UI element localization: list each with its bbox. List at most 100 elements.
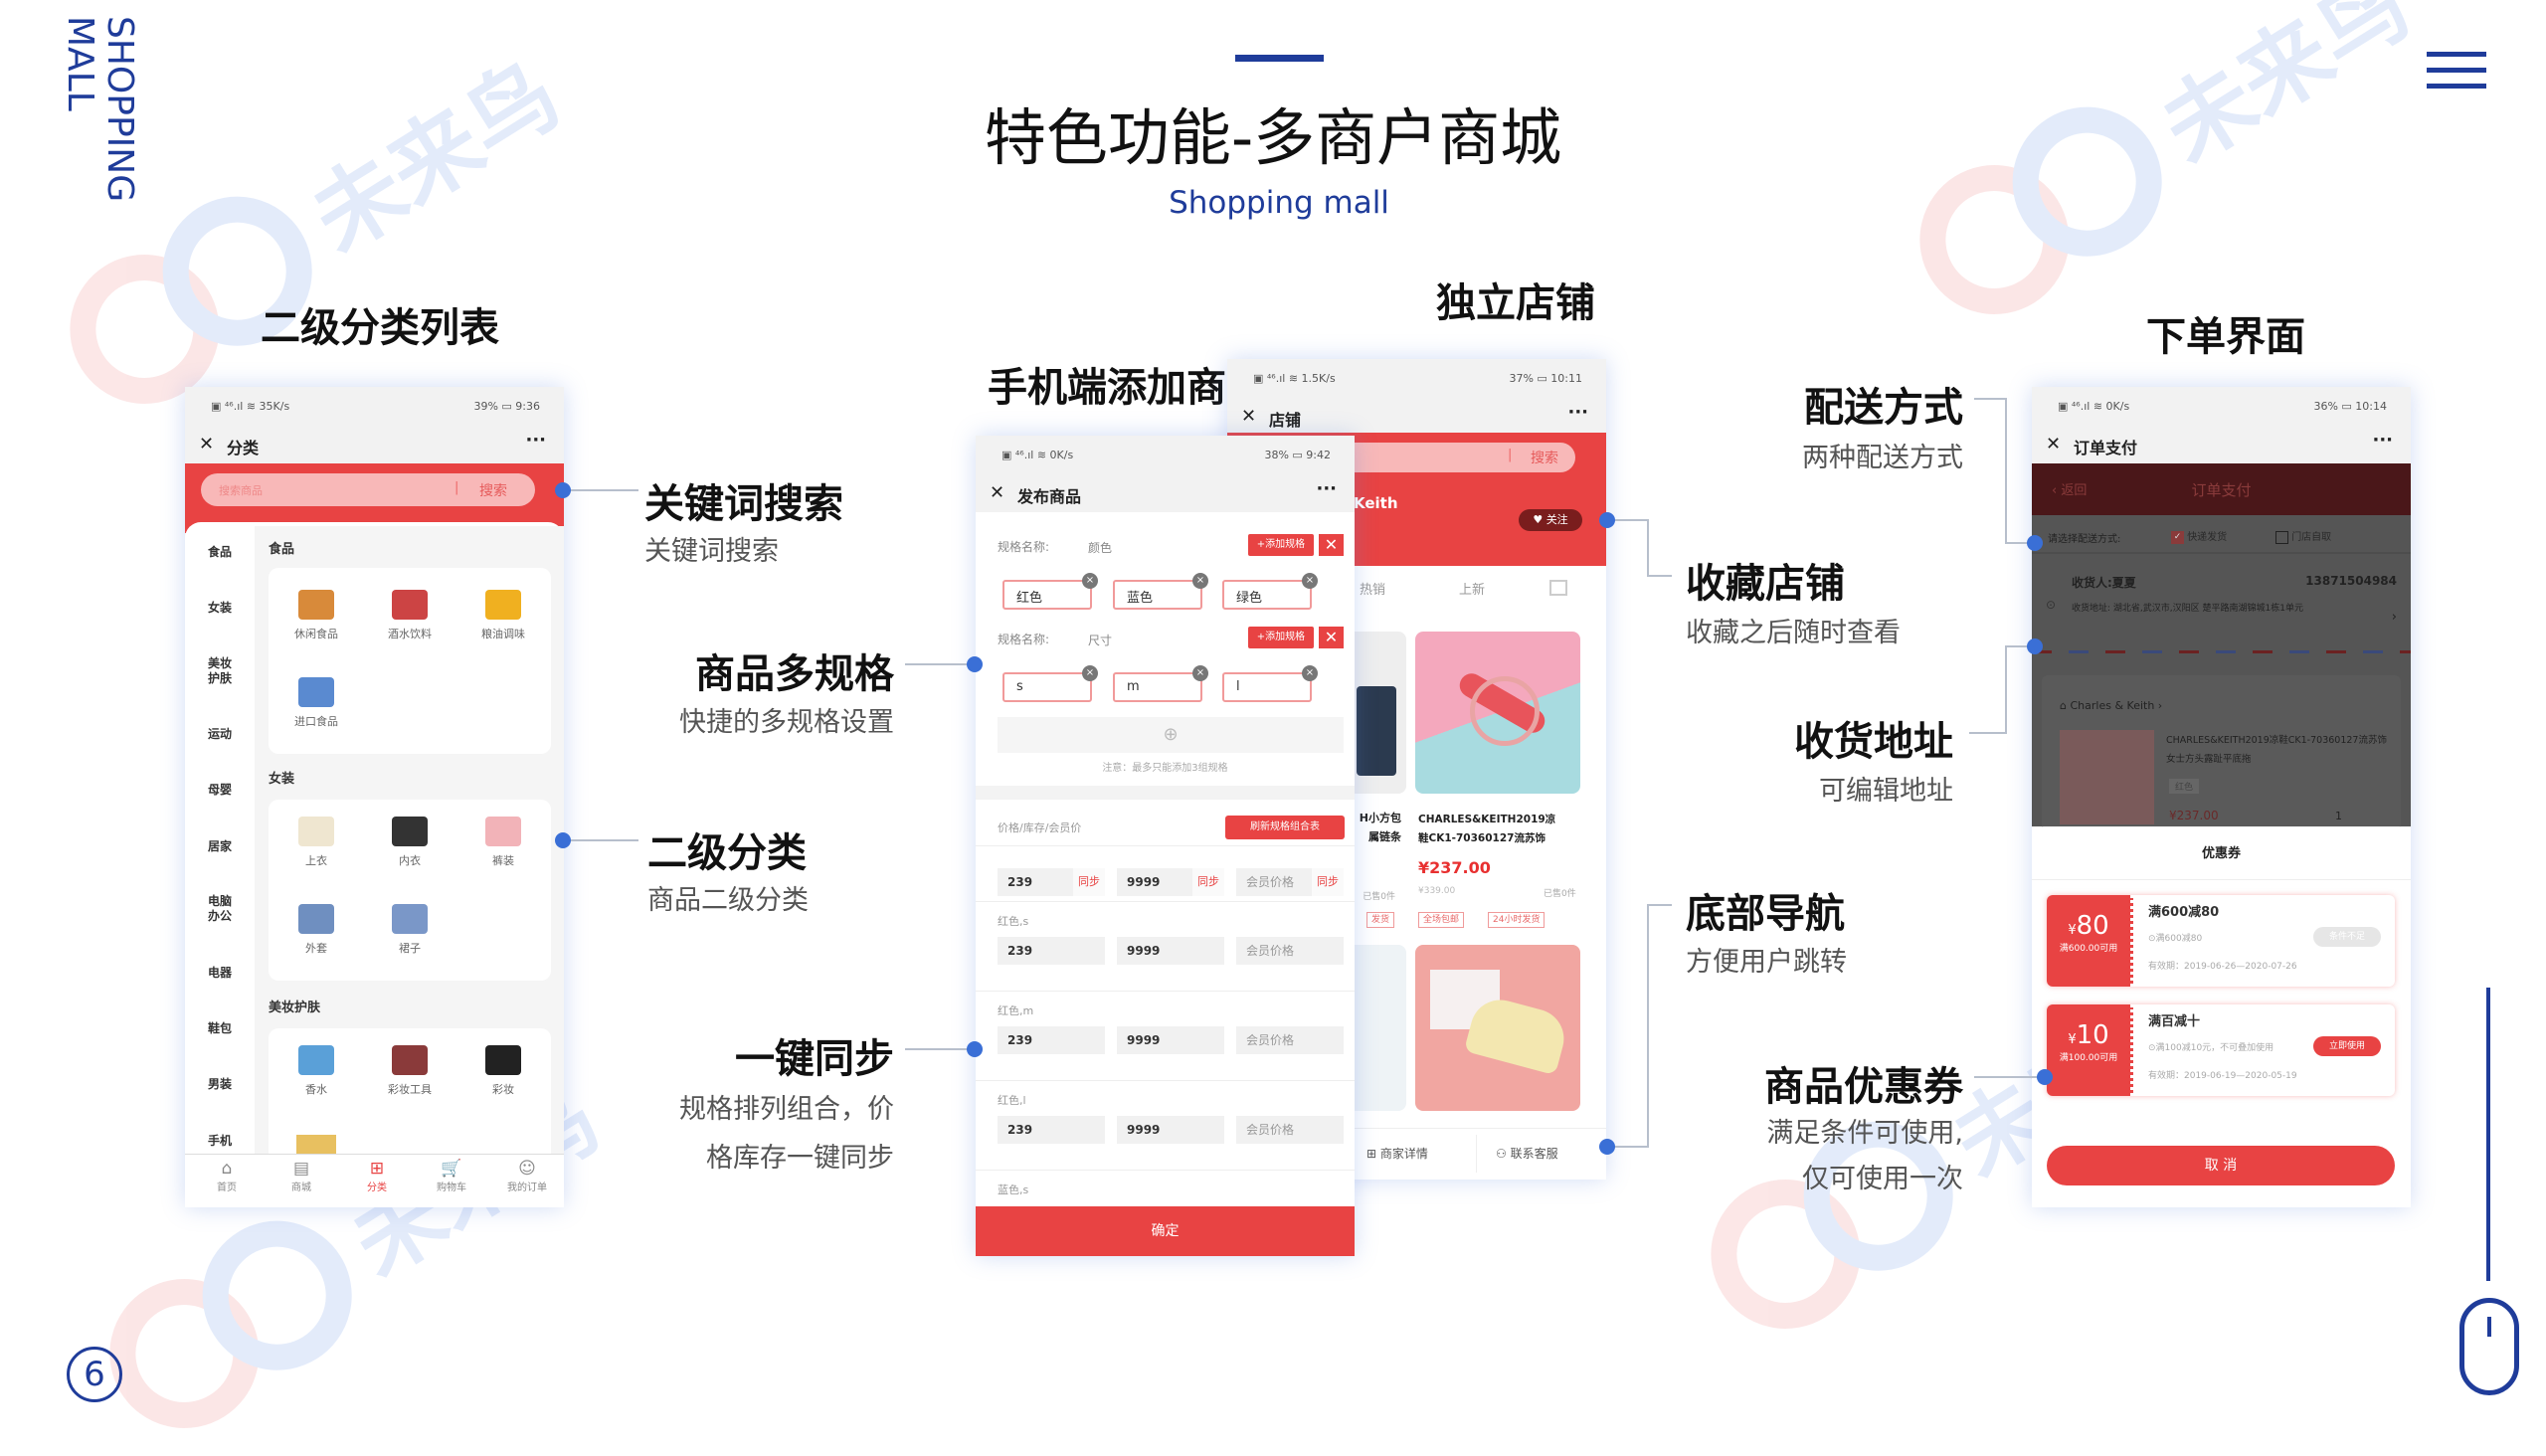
subcategory-item[interactable]: 外套 <box>272 904 361 956</box>
stock-input[interactable]: 9999 <box>1117 1026 1224 1054</box>
delivery-option-express[interactable]: ✓ 快递发货 <box>2171 528 2227 544</box>
remove-icon[interactable]: × <box>1192 665 1208 681</box>
nav-cart[interactable]: 🛒 购物车 <box>417 1159 486 1193</box>
more-icon[interactable]: ··· <box>2372 430 2393 451</box>
spec-name[interactable]: 尺寸 <box>1088 632 1112 648</box>
remove-icon[interactable]: × <box>1192 573 1208 589</box>
use-coupon-button[interactable]: 立即使用 <box>2313 1036 2381 1056</box>
sidebar-category[interactable]: 电器 <box>185 966 255 981</box>
subcategory-item[interactable]: 进口食品 <box>272 677 361 729</box>
remove-icon[interactable]: × <box>1082 573 1098 589</box>
checkbox-icon[interactable] <box>2275 530 2288 544</box>
price-input[interactable]: 239 同步 <box>998 868 1105 896</box>
subcategory-item[interactable]: 裙子 <box>365 904 455 956</box>
product-title[interactable]: 鞋CK1-70360127流苏饰 <box>1418 830 1546 845</box>
mouse-icon[interactable] <box>2459 1298 2519 1395</box>
spec-value-chip[interactable]: 蓝色 × <box>1113 573 1208 610</box>
checkbox-checked-icon[interactable]: ✓ <box>2171 530 2184 544</box>
sidebar-category[interactable]: 电脑 办公 <box>185 894 255 924</box>
remove-icon[interactable]: × <box>1302 573 1318 589</box>
contact-service-button[interactable]: ⚇ 联系客服 <box>1496 1145 1558 1162</box>
sidebar-category[interactable]: 女装 <box>185 601 255 616</box>
subcategory-item[interactable]: 裤装 <box>458 817 548 868</box>
search-input[interactable]: 搜索商品 | 搜索 <box>201 473 535 506</box>
close-icon[interactable]: ✕ <box>2046 434 2061 455</box>
product-title[interactable]: CHARLES&KEITH2019凉 <box>1418 812 1555 826</box>
product-title[interactable]: 属链条 <box>1368 828 1401 844</box>
spec-value-chip[interactable]: m × <box>1113 665 1208 702</box>
shop-row[interactable]: ⌂ Charles & Keith › <box>2060 699 2162 712</box>
more-icon[interactable]: ··· <box>1316 478 1337 499</box>
hamburger-icon[interactable] <box>2427 52 2486 91</box>
sidebar-category[interactable]: 美妆 护肤 <box>185 656 255 686</box>
member-price-input[interactable]: 会员价格 <box>1236 937 1344 965</box>
sidebar-category[interactable]: 运动 <box>185 727 255 742</box>
subcategory-item[interactable]: 香水 <box>272 1045 361 1097</box>
member-price-input[interactable]: 会员价格 <box>1236 1116 1344 1144</box>
nav-smile[interactable]: ☺ 我的订单 <box>492 1159 562 1193</box>
nav-category[interactable]: ⊞ 分类 <box>342 1159 412 1193</box>
subcategory-item[interactable]: 彩妆工具 <box>365 1045 455 1097</box>
remove-icon[interactable]: × <box>1082 665 1098 681</box>
more-icon[interactable]: ··· <box>1567 402 1588 423</box>
subcategory-item[interactable]: 粮油调味 <box>458 590 548 641</box>
member-price-input[interactable]: 会员价格 <box>1236 1026 1344 1054</box>
tab-hot[interactable]: 热销 <box>1360 579 1385 598</box>
sidebar-category[interactable]: 男装 <box>185 1077 255 1092</box>
delete-spec-button[interactable]: ✕ <box>1319 627 1344 648</box>
stock-input[interactable]: 9999 同步 <box>1117 868 1224 896</box>
spec-value-chip[interactable]: s × <box>1002 665 1098 702</box>
confirm-button[interactable]: 确定 <box>976 1206 1355 1256</box>
sidebar-category[interactable]: 居家 <box>185 839 255 854</box>
search-button[interactable]: 搜索 <box>1531 448 1558 467</box>
spec-value-chip[interactable]: 绿色 × <box>1222 573 1318 610</box>
sync-button[interactable]: 同步 <box>1073 868 1105 896</box>
member-price-input[interactable]: 会员价格 同步 <box>1236 868 1344 896</box>
address-row[interactable]: 收货地址: 湖北省,武汉市,汉阳区 楚平路南湖锦城1栋1单元 <box>2072 602 2370 617</box>
merchant-detail-button[interactable]: ⊞ 商家详情 <box>1366 1145 1428 1162</box>
stock-input[interactable]: 9999 <box>1117 937 1224 965</box>
price-input[interactable]: 239 <box>998 1116 1105 1144</box>
subcategory-item[interactable]: 彩妆 <box>458 1045 548 1097</box>
chevron-right-icon[interactable]: › <box>2392 610 2397 625</box>
tab-new[interactable]: 上新 <box>1459 579 1485 598</box>
sidebar-category[interactable]: 母婴 <box>185 783 255 798</box>
spec-value-chip[interactable]: 红色 × <box>1002 573 1098 610</box>
sidebar-category[interactable]: 鞋包 <box>185 1021 255 1036</box>
price-input[interactable]: 239 <box>998 1026 1105 1054</box>
sidebar-category[interactable]: 手机 <box>185 1134 255 1149</box>
search-button[interactable]: 搜索 <box>479 480 507 500</box>
nav-home[interactable]: ⌂ 首页 <box>192 1159 262 1193</box>
add-spec-group-button[interactable]: ⊕ <box>998 717 1344 753</box>
product-image-sandal[interactable] <box>1415 632 1580 794</box>
price-input[interactable]: 239 <box>998 937 1105 965</box>
close-icon[interactable]: ✕ <box>1241 406 1256 427</box>
cancel-button[interactable]: 取 消 <box>2047 1146 2395 1185</box>
sidebar-category[interactable]: 食品 <box>185 545 255 560</box>
grid-view-icon[interactable] <box>1549 580 1567 596</box>
close-icon[interactable]: ✕ <box>990 482 1004 503</box>
subcategory-item[interactable]: 酒水饮料 <box>365 590 455 641</box>
delivery-option-pickup[interactable]: 门店自取 <box>2275 528 2331 544</box>
coupon-card[interactable]: ¥10 满100.00可用 满百减十 ⊙满100减10元，不可叠加使用 有效期：2… <box>2047 1004 2395 1096</box>
subcategory-item[interactable]: 休闲食品 <box>272 590 361 641</box>
stock-input[interactable]: 9999 <box>1117 1116 1224 1144</box>
sync-button[interactable]: 同步 <box>1192 868 1224 896</box>
remove-icon[interactable]: × <box>1302 665 1318 681</box>
coupon-card[interactable]: ¥80 满600.00可用 满600减80 ⊙满600减80 有效期：2019-0… <box>2047 895 2395 987</box>
add-spec-button[interactable]: +添加规格 <box>1248 627 1314 648</box>
product-title[interactable]: H小方包 <box>1360 810 1401 825</box>
subcategory-item[interactable]: 内衣 <box>365 817 455 868</box>
quantity[interactable]: 1 <box>2335 810 2342 822</box>
product-image-sneaker[interactable] <box>1415 945 1580 1111</box>
nav-store[interactable]: ▤ 商城 <box>267 1159 336 1193</box>
spec-value-chip[interactable]: l × <box>1222 665 1318 702</box>
delete-spec-button[interactable]: ✕ <box>1319 534 1344 556</box>
refresh-combo-button[interactable]: 刷新规格组合表 <box>1225 816 1345 839</box>
spec-name[interactable]: 颜色 <box>1088 539 1112 556</box>
more-icon[interactable]: ··· <box>525 430 546 451</box>
add-spec-button[interactable]: +添加规格 <box>1248 534 1314 556</box>
subcategory-item[interactable]: 上衣 <box>272 817 361 868</box>
sync-button[interactable]: 同步 <box>1312 868 1344 896</box>
close-icon[interactable]: ✕ <box>199 434 214 455</box>
